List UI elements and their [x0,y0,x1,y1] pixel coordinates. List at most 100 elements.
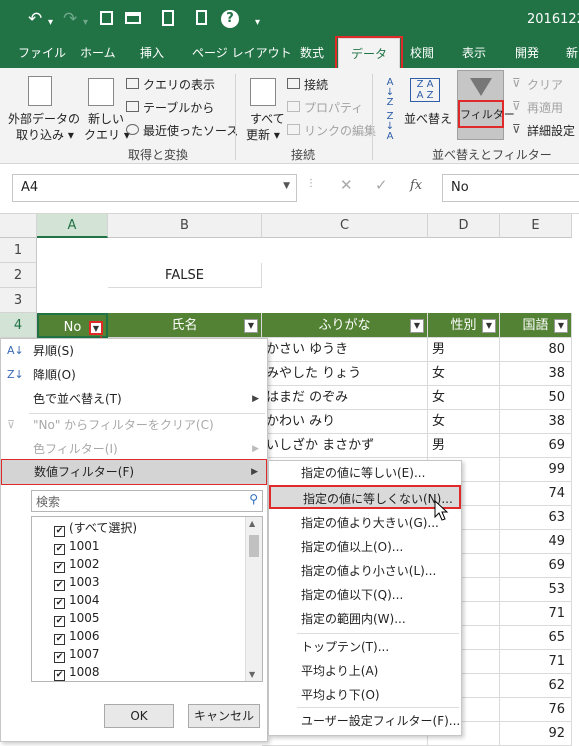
menu-clear-filter[interactable]: ⊽ "No" からフィルターをクリア(C) [1,413,267,437]
list-item-select-all[interactable]: ✔ (すべて選択) [54,519,137,537]
tab-view[interactable]: 表示 [462,38,486,68]
filter-dropdown-icon[interactable]: ▼ [410,319,424,333]
filter-dropdown-icon[interactable]: ▼ [89,321,103,335]
cell-score[interactable]: 38 [500,362,572,386]
submenu-item[interactable]: 指定の値に等しい(E)... [269,461,461,485]
cell-score[interactable]: 71 [500,602,572,626]
row-header-3[interactable]: 3 [0,288,37,313]
redo-dropdown-icon[interactable]: ▾ [83,13,88,33]
scroll-down-icon[interactable]: ▼ [249,670,255,679]
submenu-item[interactable]: 平均より下(O) [269,683,461,707]
header-cell-no[interactable]: No ▼ [37,313,108,338]
cell-kana[interactable]: かわい みり [262,410,428,434]
checkbox-checked-icon[interactable]: ✔ [54,670,65,681]
list-scrollbar[interactable]: ▲ ▼ [245,517,262,681]
list-item[interactable]: ✔ 1008 [54,663,100,681]
tab-data[interactable]: データ [334,36,404,68]
insert-function-icon[interactable]: fx [410,178,422,193]
new-query-label[interactable]: 新しい [88,110,124,127]
customize-qat-icon[interactable]: ▾ [255,13,260,33]
filter-dropdown-icon[interactable]: ▼ [554,319,568,333]
cancel-button[interactable]: キャンセル [188,704,260,728]
checkbox-checked-icon[interactable]: ✔ [54,562,65,573]
column-header-b[interactable]: B [108,214,262,238]
cell-score[interactable]: 50 [500,386,572,410]
header-cell-name[interactable]: 氏名 ▼ [108,313,262,338]
cell-kana[interactable]: かさい ゆうき [262,338,428,362]
cancel-icon[interactable]: ✕ [340,176,353,194]
tab-developer[interactable]: 開発 [515,38,539,68]
tab-new[interactable]: 新 [566,38,578,68]
cell-kana[interactable]: はまだ のぞみ [262,386,428,410]
tab-page-layout[interactable]: ページ レイアウト [192,38,292,68]
row-header-1[interactable]: 1 [0,238,37,263]
new-query-label-2[interactable]: クエリ ▾ [84,126,130,143]
print-preview-icon[interactable] [162,10,174,26]
tab-review[interactable]: 校閲 [410,38,434,68]
cell-b2[interactable]: FALSE [108,263,262,288]
cell-sex[interactable]: 男 [428,338,500,362]
select-all-corner[interactable] [0,214,37,238]
cell-sex[interactable]: 女 [428,386,500,410]
redo-icon[interactable]: ↷ [63,9,77,29]
scrollbar-thumb[interactable] [249,535,259,557]
list-item[interactable]: ✔ 1007 [54,645,100,663]
chevron-down-icon[interactable]: ▼ [283,181,290,191]
external-data-label[interactable]: 外部データの [8,110,80,127]
cell-score[interactable]: 71 [500,650,572,674]
checkbox-checked-icon[interactable]: ✔ [54,652,65,663]
cell-score[interactable]: 76 [500,698,572,722]
checkbox-checked-icon[interactable]: ✔ [54,580,65,591]
new-document-icon[interactable] [196,10,207,25]
clear-button[interactable]: クリア [527,76,563,93]
cell-sex[interactable]: 男 [428,434,500,458]
cell-score[interactable]: 69 [500,434,572,458]
cell-score[interactable]: 99 [500,458,572,482]
scroll-up-icon[interactable]: ▲ [249,519,255,528]
checkbox-checked-icon[interactable]: ✔ [54,526,65,537]
cell-sex[interactable]: 女 [428,410,500,434]
enter-icon[interactable]: ✓ [375,176,388,194]
checkbox-checked-icon[interactable]: ✔ [54,634,65,645]
help-icon[interactable]: ? [221,10,239,28]
submenu-item[interactable]: 指定の範囲内(W)... [269,607,461,631]
submenu-item[interactable]: 指定の値より大きい(G)... [269,511,461,535]
list-item[interactable]: ✔ 1002 [54,555,100,573]
row-header-4[interactable]: 4 [0,313,37,338]
cell-score[interactable]: 65 [500,626,572,650]
filter-dropdown-icon[interactable]: ▼ [244,319,258,333]
submenu-item[interactable]: ユーザー設定フィルター(F)... [269,709,461,733]
submenu-item[interactable]: トップテン(T)... [269,635,461,659]
tab-home[interactable]: ホーム [80,38,116,68]
tab-formulas[interactable]: 数式 [300,38,324,68]
tab-insert[interactable]: 挿入 [140,38,164,68]
filter-dropdown-icon[interactable]: ▼ [482,319,496,333]
column-header-d[interactable]: D [428,214,500,238]
filter-button[interactable]: フィルター [460,106,515,122]
refresh-all-label[interactable]: すべて [250,110,285,127]
cell-kana[interactable]: みやした りょう [262,362,428,386]
menu-sort-ascending[interactable]: A↓ 昇順(S) [1,339,267,363]
submenu-item[interactable]: 指定の値以上(O)... [269,535,461,559]
formula-input[interactable]: No [442,174,579,202]
list-item[interactable]: ✔ 1003 [54,573,100,591]
menu-sort-by-color[interactable]: 色で並べ替え(T) ▶ [1,387,267,411]
checkbox-checked-icon[interactable]: ✔ [54,544,65,555]
checkbox-checked-icon[interactable]: ✔ [54,598,65,609]
sort-button[interactable]: 並べ替え [404,110,452,127]
cell-kana[interactable]: いしざか まさかず [262,434,428,458]
sort-z-to-a-icon[interactable]: Z ↓ A [383,112,397,142]
list-item[interactable]: ✔ 1006 [54,627,100,645]
cell-score[interactable]: 53 [500,578,572,602]
checkbox-checked-icon[interactable]: ✔ [54,616,65,627]
submenu-item[interactable]: 指定の値以下(Q)... [269,583,461,607]
submenu-item[interactable]: 指定の値に等しくない(N)... [269,485,461,509]
column-header-e[interactable]: E [500,214,572,238]
cell-score[interactable]: 63 [500,506,572,530]
properties-button[interactable]: プロパティ [304,99,363,116]
recent-sources-button[interactable]: 最近使ったソース [143,122,238,139]
external-data-label-2[interactable]: 取り込み ▾ [16,126,74,143]
show-queries-button[interactable]: クエリの表示 [143,76,215,93]
sort-a-to-z-icon[interactable]: A ↓ Z [383,78,397,108]
reapply-button[interactable]: 再適用 [527,99,563,116]
